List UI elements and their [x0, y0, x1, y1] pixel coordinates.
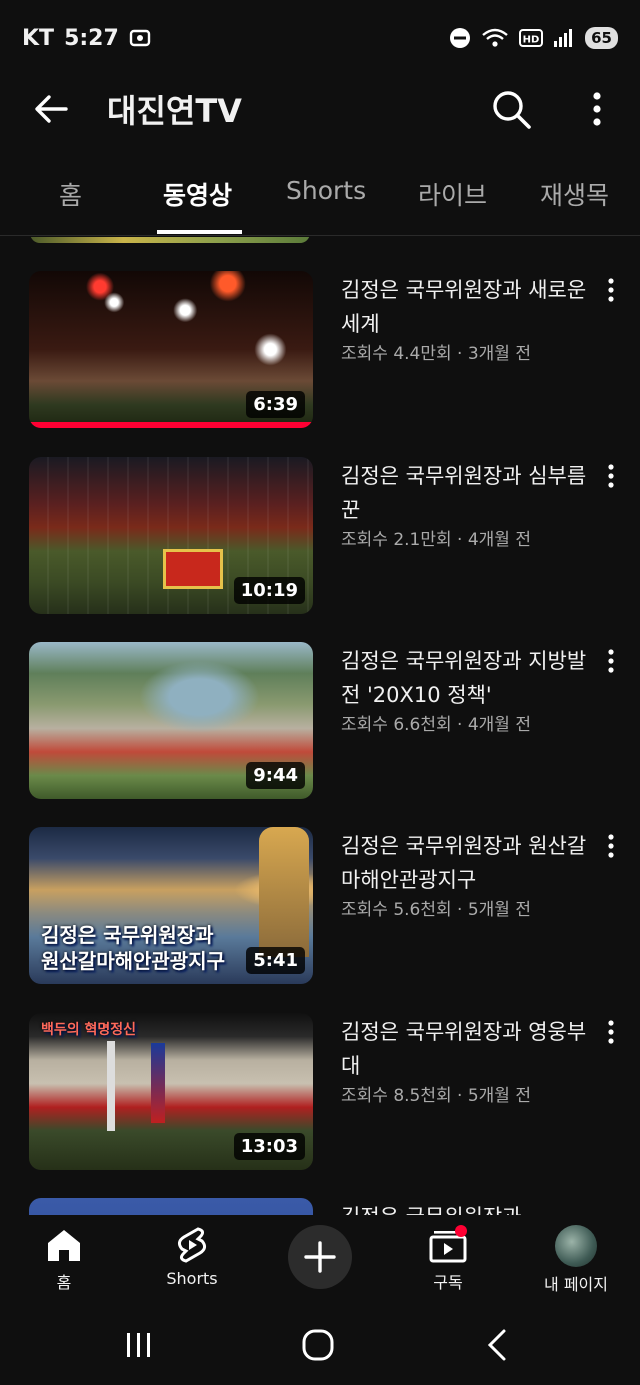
video-thumbnail[interactable]: 9:44 — [29, 642, 313, 799]
video-list: 6:39 김정은 국무위원장과 새로운 세계 조회수 4.4만회 · 3개월 전… — [0, 237, 640, 1215]
dnd-icon — [450, 28, 471, 48]
channel-tabs: 홈 동영상 Shorts 라이브 재생목 — [0, 150, 640, 236]
tab-playlists[interactable]: 재생목 — [540, 176, 609, 212]
nav-me[interactable]: 내 페이지 — [516, 1225, 636, 1295]
avatar — [555, 1225, 597, 1267]
video-title[interactable]: 김정은 국무위원장과 지방발전 '20X10 정책' — [341, 644, 596, 712]
thumbnail-caption: 김정은 국무위원장과 — [41, 923, 214, 947]
svg-text:HD: HD — [523, 35, 540, 46]
nav-shorts[interactable]: Shorts — [132, 1225, 252, 1288]
video-thumbnail[interactable]: 10:19 — [29, 457, 313, 614]
video-duration: 6:39 — [246, 391, 305, 418]
screenshot-icon — [129, 29, 150, 47]
wifi-icon — [482, 28, 508, 47]
video-title[interactable]: 김정은 국무위원장과 원산갈마해안관광지구 — [341, 829, 596, 897]
watched-progress — [29, 422, 313, 428]
nav-subscriptions-label: 구독 — [433, 1273, 463, 1292]
plus-icon — [304, 1241, 336, 1273]
video-item[interactable]: 김정은 국무위원장과 원산갈마해안관광지구 5:41 김정은 국무위원장과 원산… — [0, 827, 640, 992]
video-meta: 조회수 6.6천회 · 4개월 전 — [341, 715, 531, 735]
video-item[interactable]: 9:44 김정은 국무위원장과 지방발전 '20X10 정책' 조회수 6.6천… — [0, 642, 640, 807]
home-icon — [48, 1230, 80, 1261]
video-item[interactable]: 백두의 혁명정신 13:03 김정은 국무위원장과 영웅부대 조회수 8.5천회… — [0, 1013, 640, 1178]
video-thumbnail[interactable]: 백두의 혁명정신 13:03 — [29, 1013, 313, 1170]
back-arrow-icon[interactable] — [30, 88, 72, 130]
active-tab-indicator — [157, 230, 242, 234]
video-item[interactable]: 10:19 김정은 국무위원장과 심부름꾼 조회수 2.1만회 · 4개월 전 — [0, 457, 640, 622]
nav-home[interactable]: 홈 — [4, 1225, 124, 1293]
home-circle-icon[interactable] — [300, 1327, 336, 1363]
nav-me-label: 내 페이지 — [544, 1275, 608, 1294]
flag-pole — [107, 1041, 115, 1131]
more-vert-icon[interactable] — [600, 1019, 622, 1045]
subscriptions-icon — [429, 1225, 467, 1263]
video-thumbnail[interactable] — [29, 1198, 313, 1215]
video-title[interactable]: 김정은 국무위원장과 새로운 세계 — [341, 273, 596, 341]
channel-header: 대진연TV — [0, 76, 640, 142]
bottom-navigation: 홈 Shorts 구독 내 페이지 — [0, 1215, 640, 1315]
video-title[interactable]: 김정은 국무위원장과 심부름꾼 — [341, 459, 596, 527]
video-item[interactable]: 6:39 김정은 국무위원장과 새로운 세계 조회수 4.4만회 · 3개월 전 — [0, 271, 640, 436]
back-chevron-icon[interactable] — [482, 1327, 512, 1363]
video-duration: 5:41 — [246, 947, 305, 974]
system-navigation-bar — [0, 1315, 640, 1385]
nav-subscriptions[interactable]: 구독 — [388, 1225, 508, 1293]
search-icon[interactable] — [488, 86, 534, 132]
recents-icon[interactable] — [122, 1329, 156, 1361]
video-thumbnail[interactable]: 김정은 국무위원장과 원산갈마해안관광지구 5:41 — [29, 827, 313, 984]
hd-icon: HD — [519, 29, 544, 47]
nav-home-label: 홈 — [56, 1273, 72, 1292]
video-meta: 조회수 2.1만회 · 4개월 전 — [341, 530, 531, 550]
video-duration: 10:19 — [233, 577, 305, 604]
tab-live[interactable]: 라이브 — [418, 176, 487, 212]
video-thumbnail[interactable]: 6:39 — [29, 271, 313, 428]
create-button[interactable] — [288, 1225, 352, 1289]
more-vert-icon[interactable] — [600, 463, 622, 489]
more-vert-icon[interactable] — [600, 833, 622, 859]
shorts-icon — [177, 1227, 207, 1263]
tower-building — [259, 827, 309, 957]
more-vert-icon[interactable] — [600, 277, 622, 303]
more-vert-icon[interactable] — [600, 648, 622, 674]
nav-shorts-label: Shorts — [166, 1269, 218, 1288]
carrier-label: KT — [22, 25, 55, 51]
more-vert-icon[interactable] — [580, 88, 614, 130]
video-title[interactable]: 김정은 국무위원장과 — [341, 1200, 596, 1215]
video-title[interactable]: 김정은 국무위원장과 영웅부대 — [341, 1015, 596, 1083]
video-meta: 조회수 4.4만회 · 3개월 전 — [341, 344, 531, 364]
signal-icon — [554, 29, 573, 47]
video-meta: 조회수 8.5천회 · 5개월 전 — [341, 1086, 531, 1106]
status-bar: KT 5:27 HD 65 — [0, 0, 640, 76]
video-duration: 13:03 — [233, 1133, 305, 1160]
tab-home[interactable]: 홈 — [59, 176, 82, 212]
channel-title: 대진연TV — [107, 92, 242, 130]
thumbnail-caption: 백두의 혁명정신 — [41, 1022, 137, 1038]
tab-shorts[interactable]: Shorts — [286, 176, 366, 205]
tab-videos[interactable]: 동영상 — [163, 176, 232, 212]
video-item[interactable]: 김정은 국무위원장과 — [0, 1198, 640, 1215]
thumbnail-caption: 원산갈마해안관광지구 — [41, 949, 225, 973]
video-duration: 9:44 — [246, 762, 305, 789]
video-meta: 조회수 5.6천회 · 5개월 전 — [341, 900, 531, 920]
partial-thumbnail[interactable] — [30, 237, 310, 243]
flag-banner — [163, 549, 223, 589]
flag — [151, 1043, 165, 1123]
battery-indicator: 65 — [585, 27, 618, 49]
clock: 5:27 — [64, 25, 119, 51]
